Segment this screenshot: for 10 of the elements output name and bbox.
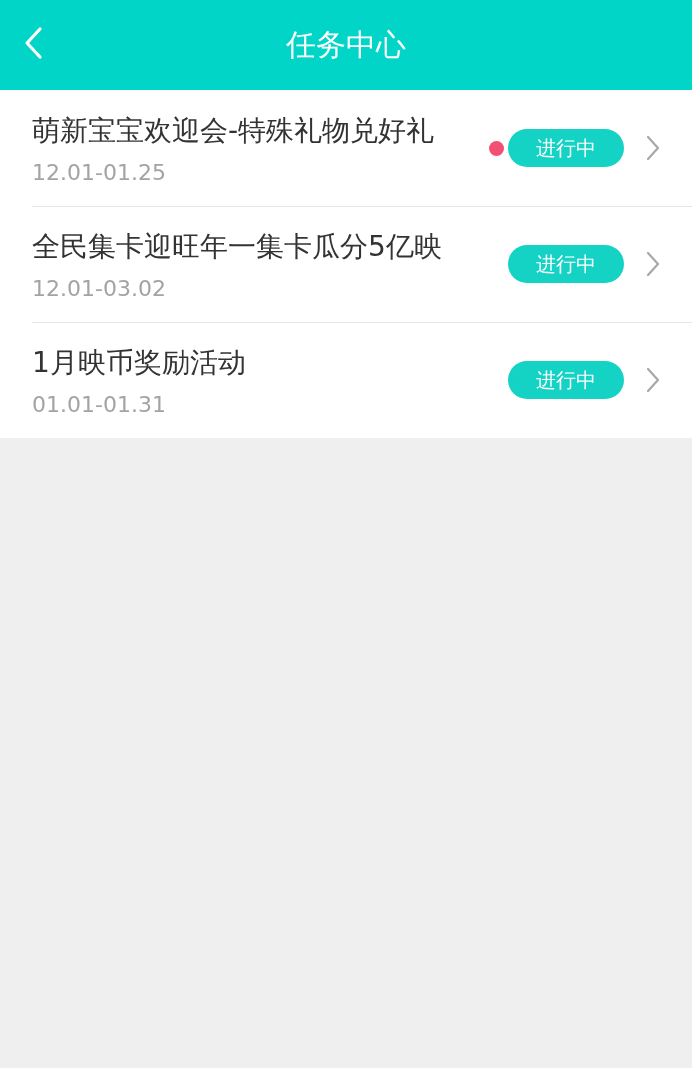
task-title[interactable]: 1月映币奖励活动 bbox=[32, 343, 508, 382]
task-title[interactable]: 全民集卡迎旺年一集卡瓜分5亿映 bbox=[32, 227, 508, 266]
task-dates: 12.01-01.25 bbox=[32, 159, 167, 185]
chevron-right-icon[interactable] bbox=[646, 251, 660, 277]
chevron-right-icon[interactable] bbox=[646, 367, 660, 393]
task-title[interactable]: 萌新宝宝欢迎会-特殊礼物兑好礼 bbox=[32, 111, 489, 150]
chevron-right-icon[interactable] bbox=[646, 135, 660, 161]
page-title: 任务中心 bbox=[286, 25, 406, 64]
task-dates: 12.01-03.02 bbox=[32, 275, 167, 301]
task-dates: 01.01-01.31 bbox=[32, 391, 167, 417]
